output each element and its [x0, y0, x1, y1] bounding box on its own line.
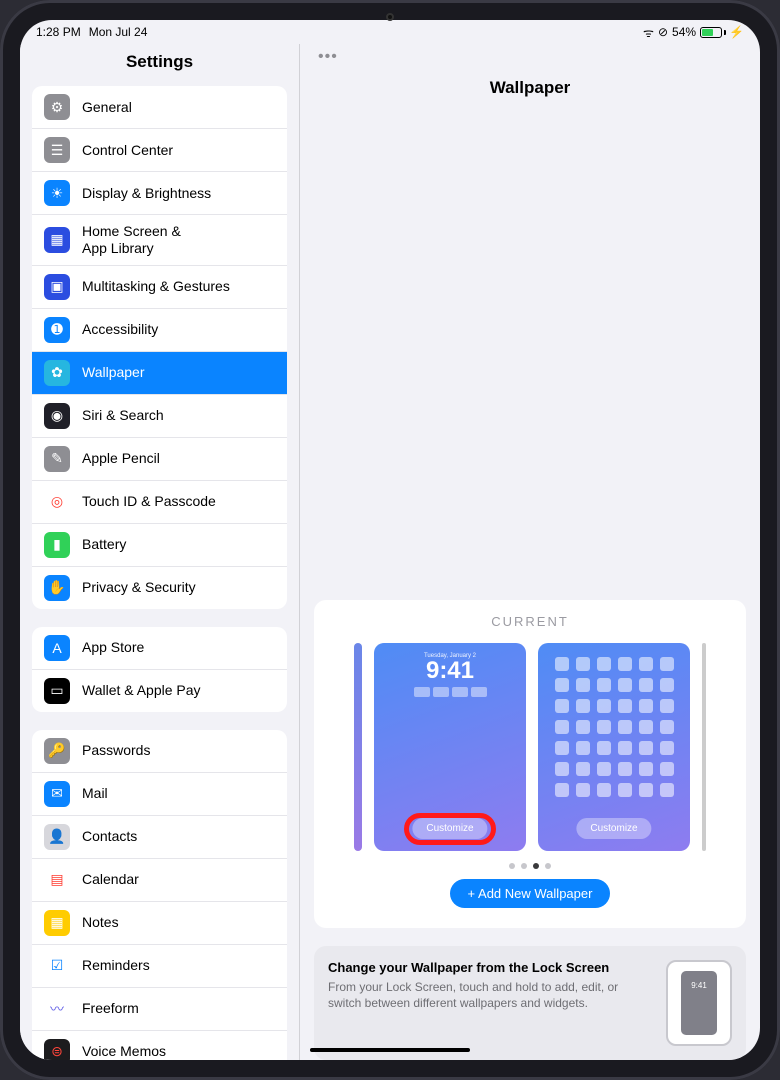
sidebar-item-label: Calendar [82, 871, 139, 888]
add-new-wallpaper-button[interactable]: + Add New Wallpaper [450, 879, 611, 908]
sidebar-item-multitasking[interactable]: ▣ Multitasking & Gestures [32, 266, 287, 309]
page-dots[interactable] [328, 863, 732, 869]
sidebar-item-label: Contacts [82, 828, 137, 845]
battery-icon: ▮ [44, 532, 70, 558]
sidebar-item-label: Siri & Search [82, 407, 164, 424]
home-screen-icon: ▦ [44, 227, 70, 253]
siri-icon: ◉ [44, 403, 70, 429]
battery-icon: ⚡ [700, 25, 744, 39]
sidebar-item-touch-id[interactable]: ◎ Touch ID & Passcode [32, 481, 287, 524]
sidebar-item-label: Privacy & Security [82, 579, 196, 596]
general-icon: ⚙ [44, 94, 70, 120]
sidebar-item-label: Battery [82, 536, 126, 553]
passwords-icon: 🔑 [44, 738, 70, 764]
page-dot[interactable] [533, 863, 539, 869]
sidebar-item-label: Touch ID & Passcode [82, 493, 216, 510]
next-wallpaper-peek[interactable] [702, 643, 706, 851]
sidebar-item-label: General [82, 99, 132, 116]
sidebar-item-freeform[interactable]: 〰 Freeform [32, 988, 287, 1031]
sidebar-item-label: Home Screen &App Library [82, 223, 181, 257]
tip-body: From your Lock Screen, touch and hold to… [328, 979, 652, 1011]
sidebar-title: Settings [20, 44, 299, 86]
sidebar-item-battery[interactable]: ▮ Battery [32, 524, 287, 567]
sidebar-item-label: Multitasking & Gestures [82, 278, 230, 295]
sidebar-item-label: Accessibility [82, 321, 158, 338]
sidebar-item-reminders[interactable]: ☑ Reminders [32, 945, 287, 988]
current-label: CURRENT [328, 614, 732, 629]
accessibility-icon: ➊ [44, 317, 70, 343]
sidebar-item-accessibility[interactable]: ➊ Accessibility [32, 309, 287, 352]
sidebar-item-label: Reminders [82, 957, 150, 974]
lock-screen-preview[interactable]: Tuesday, January 2 9:41 Customize [374, 643, 526, 851]
page-dot[interactable] [545, 863, 551, 869]
customize-lock-button[interactable]: Customize [412, 818, 487, 839]
multitasking-icon: ▣ [44, 274, 70, 300]
sidebar-item-app-store[interactable]: A App Store [32, 627, 287, 670]
sidebar-item-label: Notes [82, 914, 119, 931]
contacts-icon: 👤 [44, 824, 70, 850]
freeform-icon: 〰 [44, 996, 70, 1022]
sidebar-item-voice-memos[interactable]: ⊜ Voice Memos [32, 1031, 287, 1060]
apple-pencil-icon: ✎ [44, 446, 70, 472]
notes-icon: ▦ [44, 910, 70, 936]
sidebar-item-label: App Store [82, 639, 144, 656]
current-wallpaper-card: CURRENT Tuesday, January 2 9:41 Customiz… [314, 600, 746, 928]
app-store-icon: A [44, 635, 70, 661]
sidebar-item-label: Wallet & Apple Pay [82, 682, 201, 699]
privacy-icon: ✋ [44, 575, 70, 601]
sidebar-item-siri[interactable]: ◉ Siri & Search [32, 395, 287, 438]
lock-time: 9:41 [426, 659, 474, 683]
camera [386, 13, 394, 21]
tip-title: Change your Wallpaper from the Lock Scre… [328, 960, 652, 975]
status-bar: 1:28 PM Mon Jul 24 ᯤ ⊘ 54% ⚡ [20, 20, 760, 44]
sidebar-item-label: Apple Pencil [82, 450, 160, 467]
battery-pct: 54% [672, 25, 696, 39]
sidebar-item-mail[interactable]: ✉ Mail [32, 773, 287, 816]
calendar-icon: ▤ [44, 867, 70, 893]
tip-illustration: 9:41 [666, 960, 732, 1046]
prev-wallpaper-peek[interactable] [354, 643, 362, 851]
sidebar-item-notes[interactable]: ▦ Notes [32, 902, 287, 945]
settings-sidebar: Settings ⚙ General ☰ Control Center ☀ Display… [20, 44, 300, 1060]
control-center-icon: ☰ [44, 137, 70, 163]
sidebar-item-wallet[interactable]: ▭ Wallet & Apple Pay [32, 670, 287, 712]
page-title: Wallpaper [300, 76, 760, 600]
sidebar-item-display[interactable]: ☀ Display & Brightness [32, 172, 287, 215]
sidebar-item-label: Control Center [82, 142, 173, 159]
sidebar-item-label: Freeform [82, 1000, 139, 1017]
sidebar-item-label: Passwords [82, 742, 150, 759]
home-indicator[interactable] [310, 1048, 470, 1052]
status-time: 1:28 PM [36, 25, 81, 39]
mail-icon: ✉ [44, 781, 70, 807]
sidebar-item-label: Voice Memos [82, 1043, 166, 1060]
sidebar-item-apple-pencil[interactable]: ✎ Apple Pencil [32, 438, 287, 481]
page-dot[interactable] [521, 863, 527, 869]
rotation-lock-icon: ⊘ [658, 25, 668, 39]
wallpaper-icon: ✿ [44, 360, 70, 386]
home-screen-preview[interactable]: Customize [538, 643, 690, 851]
sidebar-item-home-screen[interactable]: ▦ Home Screen &App Library [32, 215, 287, 266]
sidebar-item-passwords[interactable]: 🔑 Passwords [32, 730, 287, 773]
wallet-icon: ▭ [44, 678, 70, 704]
touch-id-icon: ◎ [44, 489, 70, 515]
sidebar-item-label: Display & Brightness [82, 185, 211, 202]
customize-home-button[interactable]: Customize [576, 818, 651, 839]
sidebar-item-calendar[interactable]: ▤ Calendar [32, 859, 287, 902]
sidebar-item-general[interactable]: ⚙ General [32, 86, 287, 129]
reminders-icon: ☑ [44, 953, 70, 979]
sidebar-item-control-center[interactable]: ☰ Control Center [32, 129, 287, 172]
voice-memos-icon: ⊜ [44, 1039, 70, 1060]
sidebar-item-wallpaper[interactable]: ✿ Wallpaper [32, 352, 287, 395]
status-date: Mon Jul 24 [89, 25, 148, 39]
tip-card: Change your Wallpaper from the Lock Scre… [314, 946, 746, 1060]
display-icon: ☀ [44, 180, 70, 206]
wallpaper-detail: ••• Wallpaper CURRENT Tuesday, January 2… [300, 44, 760, 1060]
sidebar-item-privacy[interactable]: ✋ Privacy & Security [32, 567, 287, 609]
sidebar-item-label: Mail [82, 785, 108, 802]
sidebar-item-contacts[interactable]: 👤 Contacts [32, 816, 287, 859]
wifi-icon: ᯤ [643, 24, 654, 41]
sidebar-item-label: Wallpaper [82, 364, 145, 381]
page-dot[interactable] [509, 863, 515, 869]
more-icon[interactable]: ••• [318, 48, 338, 66]
